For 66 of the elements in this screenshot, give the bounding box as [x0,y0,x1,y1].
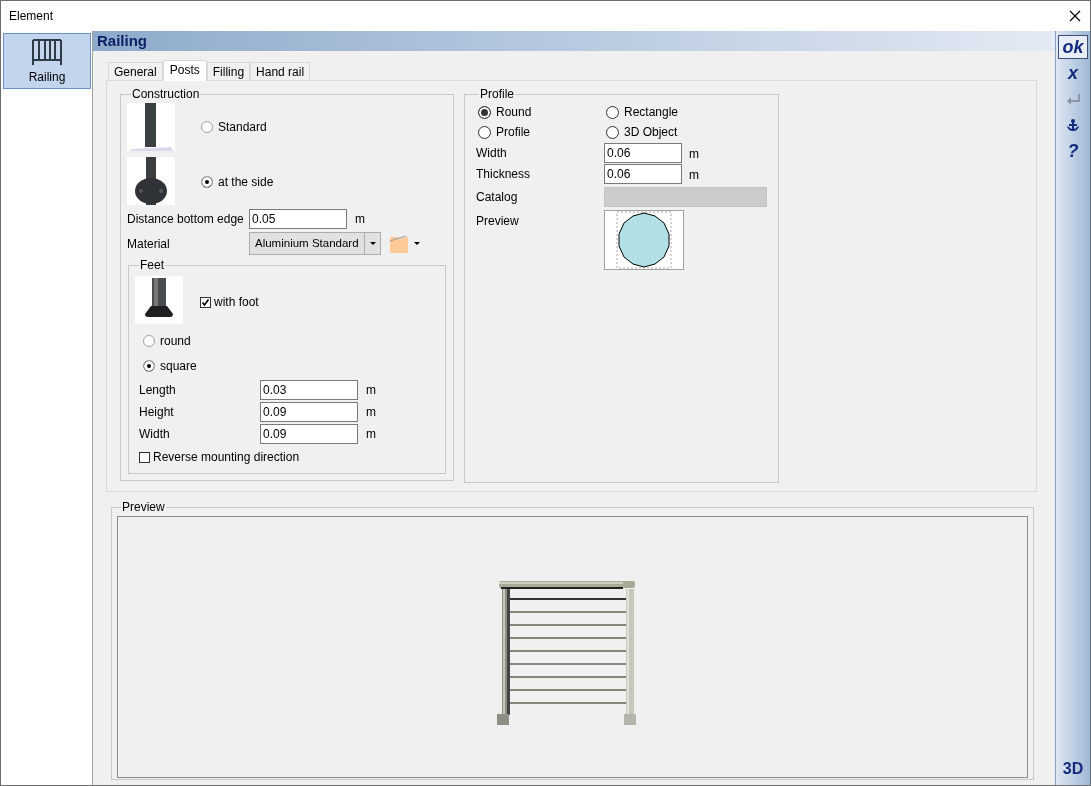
radio-label[interactable]: square [160,357,197,375]
checkbox[interactable] [139,451,150,463]
color-button[interactable] [390,234,420,253]
unit-label: m [355,211,365,228]
group-title: Feet [139,257,165,274]
unit-label: m [689,146,699,163]
input-field[interactable]: 0.09 [260,402,358,422]
field-label: Catalog [476,189,519,206]
radio-label[interactable]: Profile [496,123,530,141]
unit-label: m [689,167,699,184]
input-field[interactable]: 0.03 [260,380,358,400]
radio-button[interactable] [478,125,491,139]
catalog-field[interactable] [604,187,767,207]
radio-button[interactable] [478,105,491,119]
checkbox[interactable] [200,296,211,308]
input-field[interactable]: 0.06 [604,142,682,163]
group-title: Preview [121,499,166,516]
field-label: Length [139,382,177,399]
radio-button[interactable] [143,335,155,347]
return-icon [1065,92,1081,106]
caret-icon [414,242,420,245]
window-title: Element [9,8,54,25]
field-label: Distance bottom edge [127,211,245,228]
checkbox-label[interactable]: Reverse mounting direction [153,448,300,466]
sidebar-item[interactable]: Railing [3,33,91,89]
caret-icon [369,242,376,245]
header-title: Railing [97,30,147,51]
input-field[interactable]: 0.06 [604,163,682,184]
3d-button[interactable]: 3D [1060,757,1086,781]
group-title: Construction [131,86,201,103]
radio-button[interactable] [606,125,619,139]
toolbar-button[interactable]: ok [1058,35,1088,59]
unit-label: m [366,404,376,421]
checkbox-label[interactable]: with foot [214,293,259,311]
toolbar-button[interactable]: x [1058,61,1088,85]
field-label: Material [127,235,171,253]
field-label: Height [139,404,175,421]
tab[interactable]: General [108,62,163,80]
close-icon [1069,10,1081,22]
radio-button[interactable] [201,121,213,133]
toolbar-button[interactable]: ? [1058,139,1088,163]
railing-icon [31,36,63,66]
radio-label[interactable]: Round [496,103,532,121]
input-field[interactable]: 0.05 [249,209,347,229]
field-label: Width [476,144,508,162]
field-label: Preview [476,213,520,230]
tab[interactable]: Posts [162,60,207,81]
radio-button[interactable] [606,105,619,119]
checkmark-icon [201,297,210,307]
tab[interactable]: Filling [206,62,251,80]
radio-button[interactable] [201,175,213,188]
field-label: Width [139,426,171,443]
input-field[interactable]: 0.09 [260,424,358,444]
radio-label[interactable]: round [160,332,191,350]
anchor-icon [1066,118,1080,132]
field-label: Thickness [476,165,532,183]
unit-label: m [366,426,376,443]
radio-label[interactable]: 3D Object [624,123,678,141]
tab[interactable]: Hand rail [250,62,311,80]
radio-label[interactable]: at the side [218,172,274,191]
radio-label[interactable]: Rectangle [624,103,679,121]
radio-label[interactable]: Standard [218,118,267,136]
radio-button[interactable] [143,360,155,372]
color-swatch-icon [390,234,408,253]
unit-label: m [366,382,376,399]
group-title: Profile [479,86,515,103]
